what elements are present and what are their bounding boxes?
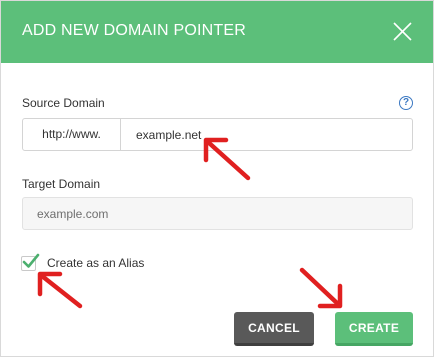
alias-checkbox[interactable] <box>21 253 40 271</box>
add-domain-pointer-dialog: ADD NEW DOMAIN POINTER Source Domain ? h… <box>0 0 434 357</box>
create-button[interactable]: CREATE <box>335 312 413 346</box>
target-domain-label: Target Domain <box>22 177 101 191</box>
source-domain-input[interactable] <box>122 119 412 150</box>
source-domain-label: Source Domain <box>22 96 105 110</box>
target-domain-input[interactable] <box>22 197 413 230</box>
checkmark-icon <box>22 253 40 268</box>
dialog-header: ADD NEW DOMAIN POINTER <box>1 1 433 63</box>
close-icon[interactable] <box>392 21 413 42</box>
cancel-button[interactable]: CANCEL <box>234 312 314 346</box>
help-icon[interactable]: ? <box>399 96 413 110</box>
url-prefix: http://www. <box>23 119 121 150</box>
alias-checkbox-label[interactable]: Create as an Alias <box>47 256 144 270</box>
source-domain-input-group: http://www. <box>22 118 413 151</box>
dialog-title: ADD NEW DOMAIN POINTER <box>22 22 246 39</box>
